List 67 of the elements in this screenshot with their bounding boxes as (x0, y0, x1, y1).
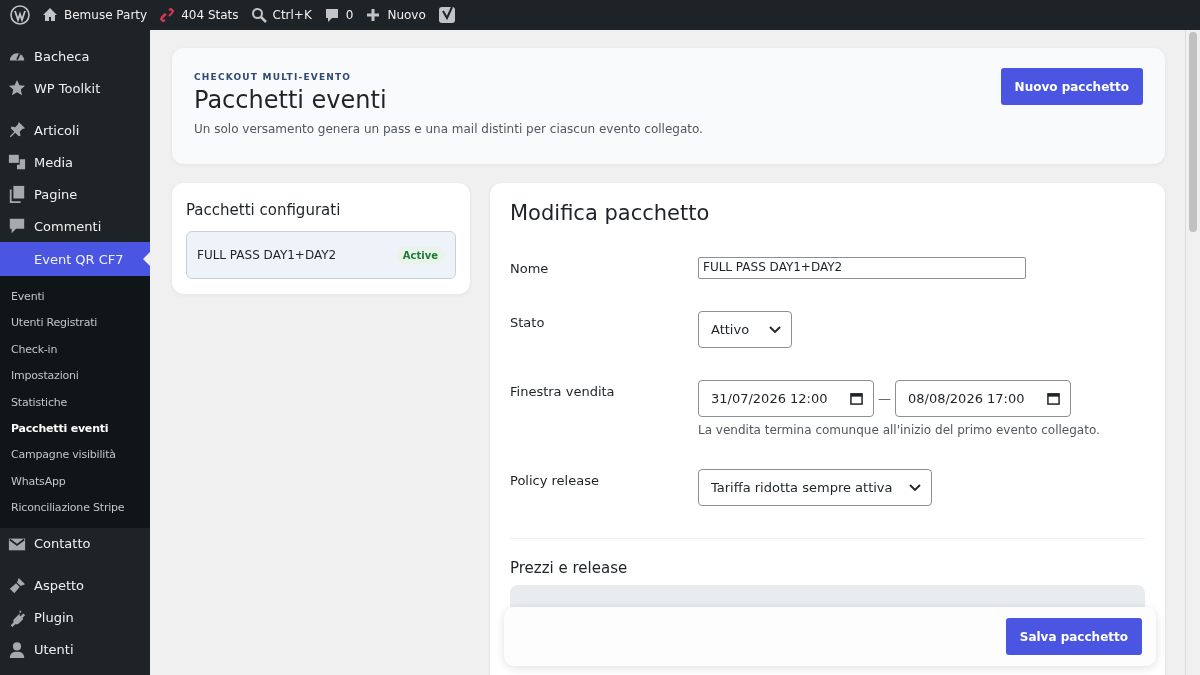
sidebar-menu-item[interactable]: Plugin (0, 601, 150, 634)
start-datetime-field[interactable]: 31/07/2026 12:00 (698, 380, 874, 417)
search-link[interactable]: Ctrl+K (250, 7, 312, 23)
sidebar-menu-item[interactable]: Bacheca (0, 40, 150, 72)
editor-title: Modifica pacchetto (510, 201, 711, 225)
submenu-link[interactable]: Riconciliazione Stripe (0, 495, 150, 522)
status-pill: Active (395, 246, 445, 264)
chevron-down-icon (769, 325, 781, 334)
field-label: Nome (510, 260, 550, 278)
user-icon (8, 640, 26, 659)
speech-bubble-icon (323, 7, 340, 23)
page-title: Pacchetti eventi (194, 86, 388, 114)
sidebar-menu-item[interactable]: Articoli (0, 114, 150, 146)
name-input-field[interactable]: FULL PASS DAY1+DAY2 (698, 257, 1026, 279)
plus-icon (365, 7, 382, 23)
submenu-link[interactable]: Statistiche (0, 389, 150, 416)
field-label: Stato (510, 314, 546, 332)
new-package-button[interactable]: Nuovo pacchetto (1000, 68, 1143, 105)
submenu-link[interactable]: WhatsApp (0, 468, 150, 496)
sidebar-menu-item[interactable]: Aspetto (0, 569, 150, 602)
sidebar-menu-item[interactable]: Media (0, 146, 150, 178)
speech-bubble-icon (8, 217, 26, 235)
submenu-link[interactable]: Impostazioni (0, 363, 150, 390)
media-icon (8, 153, 26, 171)
seo-plugin-icon[interactable] (437, 5, 456, 25)
sidebar-menu-item[interactable]: Pagine (0, 178, 150, 210)
chevron-down-icon (908, 483, 921, 492)
submenu-link[interactable]: Check-in (0, 336, 150, 364)
new-link[interactable]: Nuovo (365, 7, 426, 23)
pushpin-icon (8, 121, 26, 139)
page-description: Un solo versamento genera un pass e una mail distinti per ciascun evento collegato. (194, 122, 703, 136)
paintbrush-icon (8, 576, 26, 595)
section-eyebrow: CHECKOUT MULTI-EVENTO (194, 72, 353, 82)
search-icon (250, 7, 267, 23)
field-label: Finestra vendita (510, 383, 616, 401)
submenu-link[interactable]: Utenti Registrati (0, 310, 150, 337)
calendar-icon (1047, 392, 1060, 405)
sidebar-menu-item[interactable]: Contatto (0, 527, 150, 560)
sidebar-menu-item[interactable]: Commenti (0, 210, 150, 242)
sidebar-menu-item[interactable]: Utenti (0, 633, 150, 666)
site-name-link[interactable]: Bemuse Party (42, 7, 148, 23)
range-separator: — (878, 391, 891, 406)
save-package-button[interactable]: Salva pacchetto (1005, 618, 1142, 655)
end-datetime-field[interactable]: 08/08/2026 17:00 (895, 380, 1071, 417)
dropdown-select[interactable]: Attivo (698, 311, 792, 348)
submenu-link[interactable]: Campagne visibilità (0, 442, 150, 469)
sidebar-menu-item[interactable]: WP Toolkit (0, 72, 150, 104)
package-list-item[interactable]: FULL PASS DAY1+DAY2 Active (186, 231, 456, 279)
stats-link[interactable]: 404 Stats (159, 7, 239, 23)
home-icon (42, 7, 58, 23)
package-name: FULL PASS DAY1+DAY2 (197, 248, 337, 262)
comments-link[interactable]: 0 (323, 7, 354, 23)
sidebar-menu-item[interactable]: Event QR CF7 (0, 242, 150, 276)
star-icon (8, 79, 26, 97)
dropdown-select[interactable]: Tariffa ridotta sempre attiva (698, 469, 932, 506)
prices-title: Prezzi e release (510, 559, 629, 577)
scrollbar[interactable] (1185, 30, 1200, 675)
chain-link-icon (159, 7, 176, 23)
plug-icon (8, 608, 26, 627)
submenu-link[interactable]: Eventi (0, 284, 150, 311)
wordpress-logo-icon[interactable] (10, 5, 30, 25)
help-text: La vendita termina comunque all'inizio del primo evento collegato. (698, 423, 1100, 437)
packages-title: Pacchetti configurati (186, 201, 342, 219)
calendar-icon (850, 392, 863, 405)
submenu-link[interactable]: Pacchetti eventi (0, 415, 150, 443)
field-label: Policy release (510, 472, 600, 490)
pages-icon (8, 185, 26, 203)
